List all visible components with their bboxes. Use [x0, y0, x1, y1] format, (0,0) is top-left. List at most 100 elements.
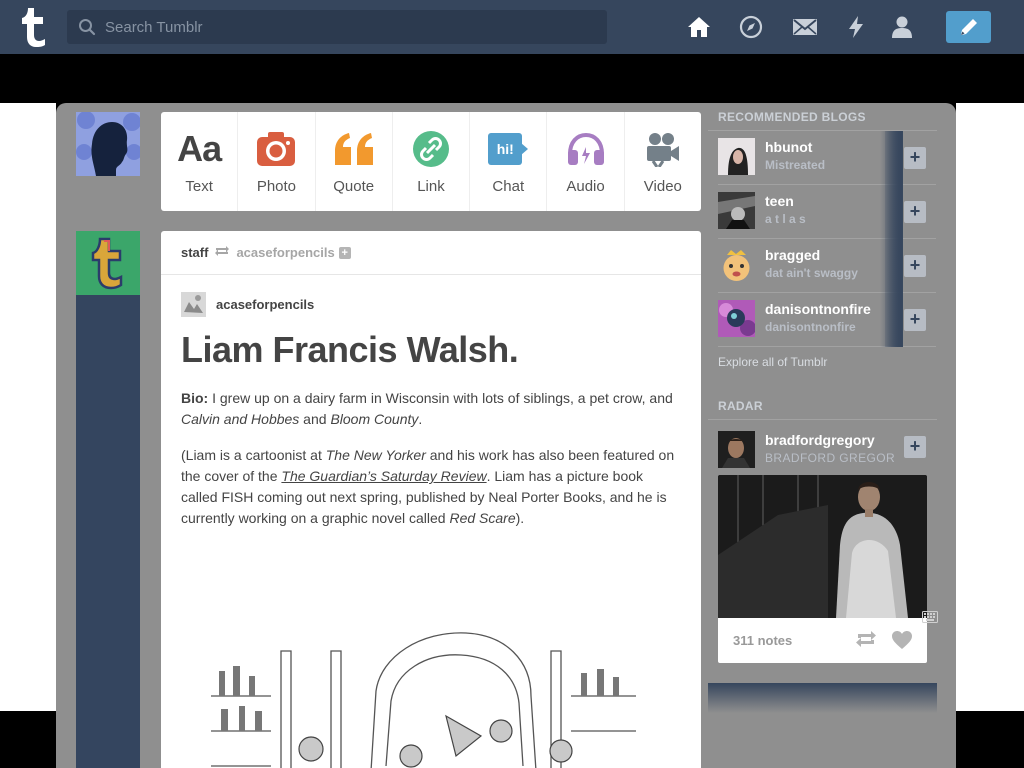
content-author-avatar[interactable] — [181, 292, 206, 317]
pencil-icon — [960, 19, 977, 35]
post-type-label: Audio — [566, 178, 605, 195]
cartoon-image[interactable] — [201, 621, 641, 768]
post-type-label: Link — [417, 178, 445, 195]
blog-avatar[interactable] — [718, 246, 755, 283]
keyboard-icon — [922, 610, 938, 623]
blog-name[interactable]: danisontnonfire — [765, 301, 871, 317]
radar-post-card: 311 notes — [718, 475, 927, 663]
divider — [708, 419, 937, 420]
blog-description: Mistreated — [765, 158, 826, 172]
post-type-label: Chat — [492, 178, 525, 195]
detail-paragraph: (Liam is a cartoonist at The New Yorker … — [181, 445, 681, 529]
blog-description: dat ain't swaggy — [765, 266, 858, 280]
headphones-icon — [566, 129, 606, 169]
tumblr-logo-icon[interactable] — [17, 6, 49, 48]
activity-icon[interactable] — [843, 14, 869, 40]
recommended-fade-column — [885, 131, 903, 347]
recommended-blogs-title: RECOMMENDED BLOGS — [718, 110, 866, 124]
camera-icon — [257, 129, 296, 169]
blog-description: BRADFORD GREGOR — [765, 451, 896, 465]
follow-plus-button[interactable]: + — [904, 436, 926, 458]
post-type-label: Text — [185, 178, 213, 195]
inbox-icon[interactable] — [792, 14, 818, 40]
blog-description: danisontnonfire — [765, 320, 856, 334]
content-author-name[interactable]: acaseforpencils — [216, 297, 314, 312]
post-avatar-stripe — [76, 231, 140, 768]
quote-icon — [333, 129, 375, 169]
bio-text: I grew up on a dairy farm in Wisconsin w… — [208, 390, 673, 406]
blog-avatar[interactable] — [718, 138, 755, 175]
radar-photo[interactable] — [718, 475, 927, 618]
follow-plus-icon[interactable]: + — [338, 246, 351, 259]
bio-paragraph: Bio: I grew up on a dairy farm in Wiscon… — [181, 388, 681, 430]
explore-icon[interactable] — [738, 14, 764, 40]
heart-icon[interactable] — [891, 630, 913, 655]
detail-text: ). — [515, 510, 525, 526]
blog-avatar[interactable] — [718, 300, 756, 337]
blog-name[interactable]: bragged — [765, 247, 820, 263]
recommended-blog-row[interactable]: teen a t l a s + — [718, 185, 936, 239]
post-author-link[interactable]: staff — [181, 245, 208, 260]
search-icon — [79, 19, 96, 36]
dashboard: Aa Text Photo Quote Link hi! Chat Audio … — [56, 103, 956, 768]
follow-plus-button[interactable]: + — [904, 147, 926, 169]
search-box[interactable] — [67, 10, 607, 44]
notes-count[interactable]: 311 notes — [733, 633, 792, 648]
reblog-arrow-icon — [214, 245, 230, 260]
recommended-blog-row[interactable]: bragged dat ain't swaggy + — [718, 239, 936, 293]
compose-button[interactable] — [946, 11, 991, 43]
staff-avatar[interactable] — [76, 231, 140, 295]
explore-tumblr-link[interactable]: Explore all of Tumblr — [718, 355, 827, 369]
follow-plus-button[interactable]: + — [904, 201, 926, 223]
follow-plus-button[interactable]: + — [904, 255, 926, 277]
recommended-blog-row[interactable]: danisontnonfire danisontnonfire + — [718, 293, 936, 347]
top-navigation-bar — [0, 0, 1024, 54]
radar-title: RADAR — [718, 399, 763, 413]
blog-name[interactable]: teen — [765, 193, 794, 209]
post-type-composer: Aa Text Photo Quote Link hi! Chat Audio … — [161, 112, 701, 211]
post-type-video[interactable]: Video — [625, 112, 701, 211]
reblogged-from-link[interactable]: acaseforpencils — [236, 245, 334, 260]
account-icon[interactable] — [889, 14, 915, 40]
detail-em: The New Yorker — [325, 447, 426, 463]
text-icon: Aa — [177, 128, 222, 169]
blog-name[interactable]: bradfordgregory — [765, 432, 875, 448]
radar-blog-row[interactable]: bradfordgregory BRADFORD GREGOR + — [718, 428, 936, 472]
black-band-bottom-right — [956, 711, 1024, 768]
post-type-link[interactable]: Link — [393, 112, 471, 211]
bio-text: and — [299, 411, 331, 427]
home-icon[interactable] — [686, 14, 712, 40]
post-title: Liam Francis Walsh. — [181, 329, 519, 370]
page-margin-right — [956, 103, 1024, 711]
post-type-audio[interactable]: Audio — [547, 112, 625, 211]
post-type-label: Quote — [333, 178, 375, 195]
bio-em: Bloom County — [330, 411, 419, 427]
black-band — [0, 54, 1024, 103]
detail-em: Red Scare — [449, 510, 516, 526]
post-type-quote[interactable]: Quote — [316, 112, 393, 211]
post-type-label: Photo — [256, 178, 297, 195]
link-icon — [412, 129, 449, 169]
post-type-photo[interactable]: Photo — [238, 112, 316, 211]
blog-description: a t l a s — [765, 212, 806, 226]
reblog-icon[interactable] — [855, 630, 877, 653]
chat-icon: hi! — [488, 129, 529, 169]
post-header: staff acaseforpencils + — [161, 231, 701, 275]
follow-plus-button[interactable]: + — [904, 309, 926, 331]
bio-label: Bio: — [181, 390, 209, 406]
post-type-chat[interactable]: hi! Chat — [470, 112, 548, 211]
blog-avatar[interactable] — [718, 431, 755, 468]
reblog-trail-author[interactable]: acaseforpencils — [181, 292, 314, 317]
blog-avatar[interactable] — [718, 192, 755, 229]
blog-name[interactable]: hbunot — [765, 139, 812, 155]
detail-text: (Liam is a cartoonist at — [181, 447, 326, 463]
search-input[interactable] — [105, 10, 595, 44]
post-type-label: Video — [643, 178, 682, 195]
bio-em: Calvin and Hobbes — [181, 411, 300, 427]
post-type-text[interactable]: Aa Text — [161, 112, 239, 211]
user-avatar[interactable] — [76, 112, 140, 176]
sidebar-footer-fade — [708, 683, 937, 713]
recommended-blog-row[interactable]: hbunot Mistreated + — [718, 131, 936, 185]
guardian-link[interactable]: The Guardian’s Saturday Review — [281, 468, 486, 484]
black-band-bottom-left — [0, 711, 56, 768]
